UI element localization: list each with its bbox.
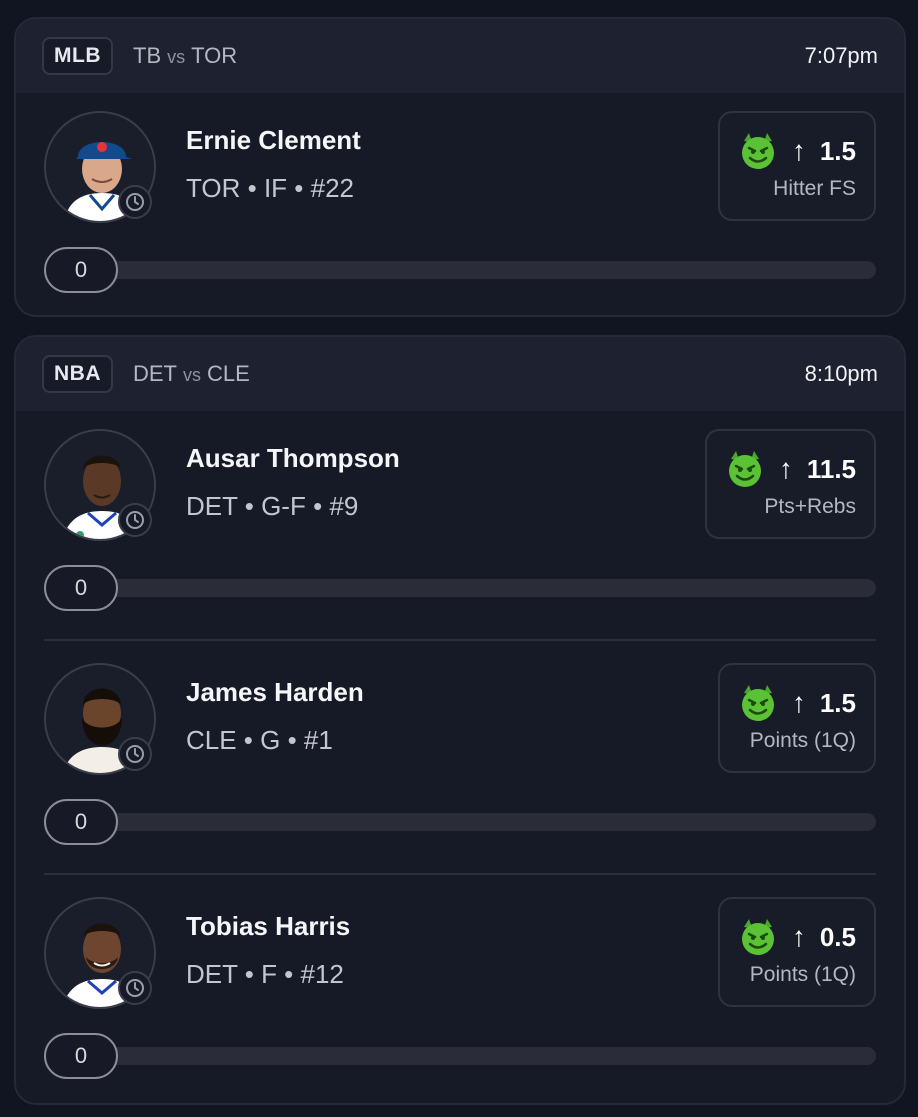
pick-line: 11.5 [806,453,856,484]
row-divider [44,873,876,875]
progress-track [44,1047,876,1065]
game-header: NBA DET vs CLE 8:10pm [16,337,904,411]
pick-stat: Points (1Q) [749,963,856,986]
game-card-mlb: MLB TB vs TOR 7:07pm Ernie Clement TOR •… [14,17,906,317]
player-row[interactable]: Tobias Harris DET • F • #12 ↑ 0.5 Points… [16,879,904,1103]
pick-box[interactable]: ↑ 0.5 Points (1Q) [717,897,876,1007]
pick-line: 1.5 [819,135,856,166]
pick-box[interactable]: ↑ 1.5 Hitter FS [717,111,876,221]
clock-icon [118,971,152,1005]
player-name: James Harden [186,677,364,707]
progress-track [44,261,876,279]
progress-value: 0 [44,565,118,611]
row-divider [44,639,876,641]
arrow-up-icon: ↑ [791,687,806,718]
progress-value: 0 [44,799,118,845]
game-time: 7:07pm [804,43,878,68]
pick-stat: Points (1Q) [749,729,856,752]
team-b: TOR [191,43,238,68]
clock-icon [118,737,152,771]
player-row[interactable]: Ausar Thompson DET • G-F • #9 ↑ 11.5 Pts… [16,411,904,645]
player-info: DET • G-F • #9 [186,491,359,521]
pick-top: ↑ 1.5 [738,131,856,171]
player-info: CLE • G • #1 [186,725,333,755]
pick-line: 0.5 [819,921,856,952]
player-row[interactable]: Ernie Clement TOR • IF • #22 ↑ 1.5 Hitte… [16,93,904,315]
pick-box[interactable]: ↑ 11.5 Pts+Rebs [704,429,876,539]
game-header: MLB TB vs TOR 7:07pm [16,19,904,93]
pick-stat: Pts+Rebs [764,495,856,518]
matchup: TB vs TOR [133,43,237,69]
demon-face-icon [728,451,761,487]
player-name: Tobias Harris [186,911,351,941]
progress-value: 0 [44,247,118,293]
game-time: 8:10pm [804,361,878,386]
progress-track [44,813,876,831]
pick-top: ↑ 11.5 [725,449,856,489]
vs-label: vs [167,47,186,67]
team-a: TB [133,43,162,68]
team-b: CLE [207,361,250,386]
pick-stat: Hitter FS [773,177,856,200]
demon-face-icon [741,919,774,955]
clock-icon [118,185,152,219]
demon-face-icon [741,685,774,721]
vs-label: vs [183,365,201,385]
arrow-up-icon: ↑ [791,135,806,166]
matchup: DET vs CLE [133,361,250,387]
arrow-up-icon: ↑ [778,453,793,484]
pick-top: ↑ 0.5 [738,917,856,957]
demon-face-icon [741,133,774,169]
pick-box[interactable]: ↑ 1.5 Points (1Q) [717,663,876,773]
progress-track [44,579,876,597]
league-badge: NBA [42,355,113,393]
pick-top: ↑ 1.5 [738,683,856,723]
player-info: DET • F • #12 [186,959,344,989]
player-name: Ausar Thompson [186,443,400,473]
arrow-up-icon: ↑ [791,921,806,952]
team-a: DET [133,361,177,386]
player-info: TOR • IF • #22 [186,173,354,203]
league-badge: MLB [42,37,113,75]
player-name: Ernie Clement [186,125,361,155]
progress-value: 0 [44,1033,118,1079]
pick-line: 1.5 [819,687,856,718]
game-card-nba: NBA DET vs CLE 8:10pm Ausar Thompson DET… [14,335,906,1105]
player-row[interactable]: James Harden CLE • G • #1 ↑ 1.5 Points (… [16,645,904,879]
clock-icon [118,503,152,537]
